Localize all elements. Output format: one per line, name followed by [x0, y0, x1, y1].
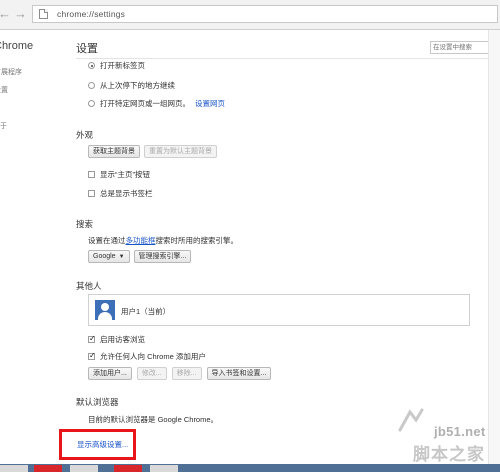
- url-text[interactable]: chrome://settings: [57, 9, 125, 19]
- taskbar-item[interactable]: [150, 465, 178, 472]
- radio-button[interactable]: [88, 62, 95, 69]
- highlight-frame: [59, 429, 136, 460]
- reset-theme-button[interactable]: 重置为默认主题背景: [144, 145, 217, 158]
- option-label: 启用访客浏览: [100, 335, 145, 344]
- user-list[interactable]: 用户1（当前）: [88, 294, 470, 326]
- chevron-down-icon: ▼: [118, 253, 125, 260]
- taskbar-item[interactable]: [34, 465, 62, 472]
- page-icon: [39, 9, 48, 19]
- checkbox[interactable]: [88, 190, 95, 197]
- arrow-left-icon[interactable]: ←: [0, 6, 11, 22]
- show-home-option[interactable]: 显示“主页”按钮: [88, 169, 150, 180]
- people-buttons: 添加用户... 修改... 移除... 导入书签和设置...: [88, 367, 272, 380]
- search-engine-controls: Google ▼ 管理搜索引擎...: [88, 250, 192, 263]
- arrow-right-icon[interactable]: →: [14, 6, 27, 22]
- person-head: [101, 303, 109, 311]
- watermark-logo-icon: [398, 408, 424, 432]
- scrollbar[interactable]: [488, 30, 500, 472]
- taskbar: [0, 464, 500, 472]
- search-engine-select[interactable]: Google ▼: [88, 250, 130, 263]
- guest-browsing-option[interactable]: 启用访客浏览: [88, 334, 145, 345]
- address-bar[interactable]: chrome://settings: [32, 5, 498, 23]
- watermark-url: jb51.net: [434, 424, 486, 439]
- edit-user-button[interactable]: 修改...: [136, 367, 167, 380]
- search-desc-text: 搜索时所用的搜索引擎。: [155, 236, 239, 245]
- allow-add-person-option[interactable]: 允许任何人向 Chrome 添加用户: [88, 351, 206, 362]
- option-label: 显示“主页”按钮: [100, 170, 150, 179]
- option-label: 总是显示书签栏: [100, 189, 153, 198]
- person-body: [98, 312, 112, 320]
- startup-option-continue[interactable]: 从上次停下的地方继续: [88, 80, 175, 91]
- option-label: 打开新标签页: [100, 61, 145, 70]
- browser-toolbar: ← → chrome://settings: [0, 0, 500, 30]
- page-title: 设置: [76, 43, 98, 55]
- remove-user-button[interactable]: 移除...: [171, 367, 202, 380]
- manage-search-engines-button[interactable]: 管理搜索引擎...: [133, 250, 192, 263]
- avatar: [95, 300, 115, 320]
- sidebar-item-extensions[interactable]: 扩展程序: [0, 67, 22, 77]
- search-description: 设置在通过 多功能框 搜索时所用的搜索引擎。: [88, 235, 238, 246]
- default-browser-text: 目前的默认浏览器是 Google Chrome。: [88, 415, 219, 424]
- user-name: 用户1（当前）: [121, 307, 171, 316]
- checkbox[interactable]: [88, 171, 95, 178]
- default-browser-status: 目前的默认浏览器是 Google Chrome。: [88, 414, 218, 425]
- search-title: 搜索: [76, 219, 94, 229]
- search-engine-value: Google: [93, 253, 116, 260]
- startup-option-new-tab[interactable]: 打开新标签页: [88, 60, 145, 71]
- watermark-name: 脚本之家: [413, 445, 485, 464]
- default-browser-title: 默认浏览器: [76, 397, 119, 407]
- taskbar-item[interactable]: [70, 465, 98, 472]
- import-bookmarks-button[interactable]: 导入书签和设置...: [206, 367, 272, 380]
- omnibox-link[interactable]: 多功能框: [126, 235, 156, 246]
- checkbox[interactable]: [88, 334, 96, 343]
- checkbox[interactable]: [88, 351, 96, 360]
- search-desc-text: 设置在通过: [88, 236, 126, 245]
- radio-button[interactable]: [88, 82, 95, 89]
- get-themes-button[interactable]: 获取主题背景: [88, 145, 140, 158]
- add-user-button[interactable]: 添加用户...: [88, 367, 132, 380]
- people-title: 其他人: [76, 281, 102, 291]
- sidebar-item-settings[interactable]: 设置: [0, 85, 8, 95]
- theme-buttons: 获取主题背景 重置为默认主题背景: [88, 145, 217, 158]
- appearance-title: 外观: [76, 130, 94, 140]
- header-divider: [76, 58, 496, 59]
- settings-main: 设置 打开新标签页 从上次停下的地方继续 打开特定网页或一组网页。 设置网页 外…: [76, 30, 496, 472]
- taskbar-item[interactable]: [0, 465, 28, 472]
- option-label: 打开特定网页或一组网页。: [100, 99, 190, 108]
- sidebar: Chrome 扩展程序 设置 关于: [0, 30, 60, 472]
- option-label: 从上次停下的地方继续: [100, 81, 175, 90]
- show-bookmarks-option[interactable]: 总是显示书签栏: [88, 188, 153, 199]
- sidebar-title: Chrome: [0, 40, 34, 52]
- option-label: 允许任何人向 Chrome 添加用户: [100, 352, 206, 361]
- set-pages-link[interactable]: 设置网页: [195, 98, 225, 109]
- taskbar-item[interactable]: [114, 465, 142, 472]
- settings-search-input[interactable]: [430, 41, 494, 54]
- radio-button[interactable]: [88, 100, 95, 107]
- startup-option-specific-pages[interactable]: 打开特定网页或一组网页。 设置网页: [88, 98, 225, 109]
- sidebar-item-about[interactable]: 关于: [0, 121, 7, 131]
